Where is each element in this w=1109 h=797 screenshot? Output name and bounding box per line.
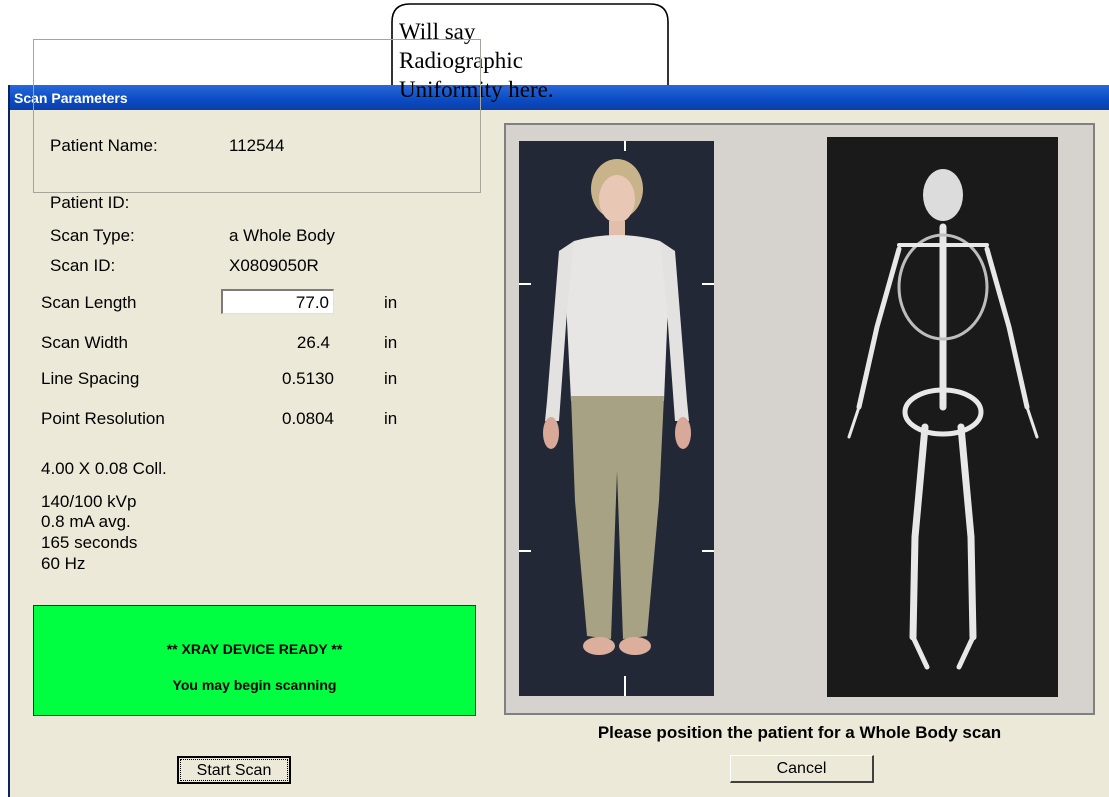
seconds-text: 165 seconds xyxy=(41,533,138,552)
device-status-panel: ** XRAY DEVICE READY ** You may begin sc… xyxy=(33,605,476,716)
line-spacing-value: 0.5130 xyxy=(282,369,334,388)
patient-info-group xyxy=(33,39,481,193)
point-resolution-label: Point Resolution xyxy=(41,409,165,428)
begin-scanning-text: You may begin scanning xyxy=(172,677,337,693)
device-ready-text: ** XRAY DEVICE READY ** xyxy=(166,641,343,657)
scan-type-value: a Whole Body xyxy=(229,226,335,245)
collimation-text: 4.00 X 0.08 Coll. xyxy=(41,459,167,478)
patient-photo-image xyxy=(519,141,714,696)
line-spacing-unit: in xyxy=(384,369,398,388)
cancel-button[interactable]: Cancel xyxy=(730,755,874,783)
point-resolution-value: 0.0804 xyxy=(282,409,334,428)
scan-length-label: Scan Length xyxy=(41,293,137,312)
patient-name-value: 112544 xyxy=(229,136,285,155)
scan-width-unit: in xyxy=(384,333,398,352)
scan-length-unit: in xyxy=(384,293,398,312)
patient-name-label: Patient Name: xyxy=(50,136,158,155)
hz-text: 60 Hz xyxy=(41,554,86,573)
scan-id-value: X0809050R xyxy=(229,256,319,275)
scan-width-value: 26.4 xyxy=(296,333,330,352)
skeleton-xray-image xyxy=(827,137,1058,697)
scan-id-label: Scan ID: xyxy=(50,256,116,275)
patient-photo xyxy=(519,141,714,696)
scan-length-input[interactable]: 77.0 xyxy=(221,289,334,314)
positioning-caption: Please position the patient for a Whole … xyxy=(597,723,1002,742)
scan-type-label: Scan Type: xyxy=(50,226,135,245)
patient-id-label: Patient ID: xyxy=(50,193,130,212)
line-spacing-label: Line Spacing xyxy=(41,369,140,388)
start-scan-button[interactable]: Start Scan xyxy=(177,756,291,784)
kvp-text: 140/100 kVp xyxy=(41,492,137,511)
ma-text: 0.8 mA avg. xyxy=(41,512,131,531)
scan-width-label: Scan Width xyxy=(41,333,128,352)
point-resolution-unit: in xyxy=(384,409,398,428)
xray-image xyxy=(827,137,1058,697)
